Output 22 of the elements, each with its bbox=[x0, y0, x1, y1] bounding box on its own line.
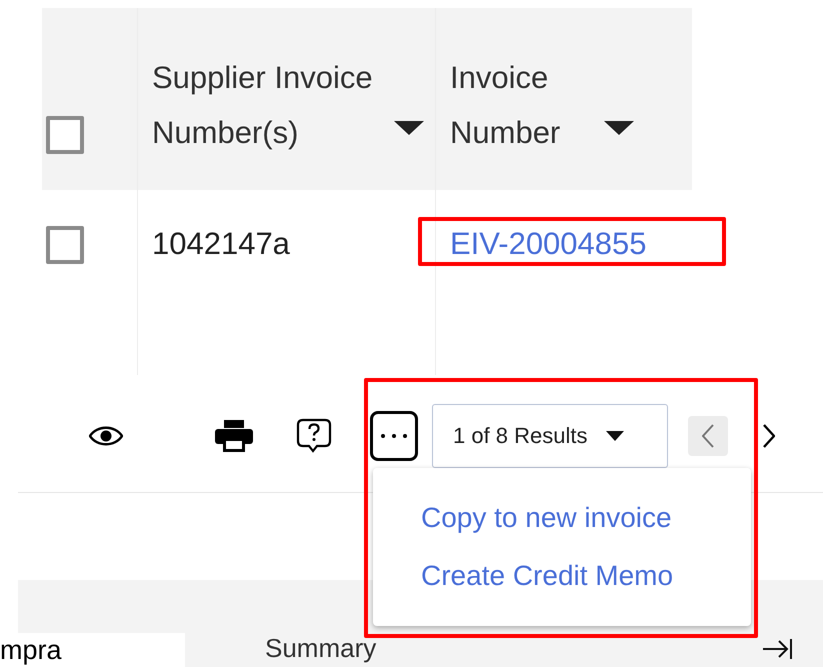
more-button[interactable] bbox=[370, 411, 418, 461]
results-dropdown[interactable]: 1 of 8 Results bbox=[432, 404, 668, 468]
column-header[interactable]: Invoice Number bbox=[450, 50, 600, 160]
column-header[interactable]: Supplier Invoice Number(s) bbox=[152, 50, 390, 160]
table-cell-text: 1042147a bbox=[152, 226, 290, 263]
side-label: mpra bbox=[0, 633, 185, 667]
section-title: Summary bbox=[265, 633, 378, 665]
chevron-right-icon bbox=[763, 424, 775, 448]
invoice-link[interactable]: EIV-20004855 bbox=[450, 226, 647, 264]
checkbox[interactable] bbox=[46, 116, 84, 154]
eye-icon bbox=[89, 424, 123, 448]
menu-item[interactable]: Create Credit Memo bbox=[421, 560, 674, 592]
help-icon bbox=[296, 418, 332, 454]
caret-icon bbox=[606, 431, 624, 441]
chevron-left-icon bbox=[702, 424, 714, 448]
sort-icon[interactable] bbox=[604, 121, 634, 135]
sort-icon[interactable] bbox=[394, 121, 424, 135]
print-icon bbox=[215, 420, 253, 452]
checkbox[interactable] bbox=[46, 226, 84, 264]
collapse-icon[interactable] bbox=[763, 637, 793, 661]
more-icon bbox=[379, 433, 409, 439]
menu-item[interactable]: Copy to new invoice bbox=[421, 502, 672, 534]
